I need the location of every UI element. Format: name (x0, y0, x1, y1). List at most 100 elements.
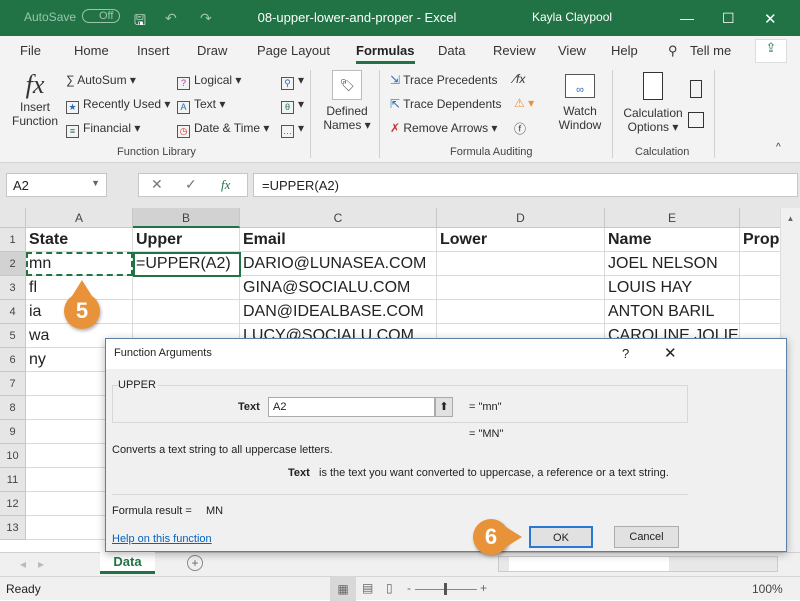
tab-page-layout[interactable]: Page Layout (257, 43, 330, 58)
row-header[interactable]: 9 (0, 420, 26, 444)
column-header[interactable] (740, 208, 780, 228)
zoom-level[interactable]: 100% (752, 582, 783, 596)
cell[interactable] (133, 276, 240, 300)
cell[interactable]: Prop (740, 228, 780, 252)
row-header[interactable]: 4 (0, 300, 26, 324)
tab-help[interactable]: Help (611, 43, 638, 58)
cancel-icon[interactable]: ✕ (151, 176, 163, 193)
tab-formulas[interactable]: Formulas (356, 43, 415, 64)
cell[interactable]: Upper (133, 228, 240, 252)
insert-function-button[interactable]: fx Insert Function (12, 70, 58, 128)
cell[interactable]: Name (605, 228, 740, 252)
zoom-in-icon[interactable]: + (480, 581, 487, 595)
row-header[interactable]: 8 (0, 396, 26, 420)
autosave-toggle[interactable]: Off (82, 9, 121, 23)
cell[interactable] (437, 276, 605, 300)
column-header[interactable]: E (605, 208, 740, 228)
zoom-slider[interactable] (415, 583, 477, 595)
collapse-dialog-icon[interactable]: ⬆ (435, 397, 453, 417)
help-on-function-link[interactable]: Help on this function (112, 533, 212, 545)
cell[interactable]: Email (240, 228, 437, 252)
collapse-ribbon-icon[interactable]: ^ (776, 142, 781, 153)
logical-button[interactable]: ? Logical ▾ (177, 73, 241, 90)
column-header[interactable]: D (437, 208, 605, 228)
tell-me[interactable]: Tell me (690, 43, 731, 58)
date-time-button[interactable]: ◷ Date & Time ▾ (177, 121, 269, 138)
autosum-button[interactable]: ∑ AutoSum ▾ (66, 73, 136, 87)
prev-sheet-icon[interactable]: ◂ (20, 557, 26, 571)
chevron-down-icon[interactable]: ▼ (91, 178, 100, 188)
active-cell-b2[interactable] (133, 252, 241, 277)
cell[interactable]: LOUIS HAY (605, 276, 740, 300)
math-trig-button[interactable]: θ ▾ (281, 97, 304, 114)
user-name[interactable]: Kayla Claypool (532, 10, 612, 24)
row-header[interactable]: 1 (0, 228, 26, 252)
recently-used-button[interactable]: ★ Recently Used ▾ (66, 97, 170, 114)
cell[interactable]: GINA@SOCIALU.COM (240, 276, 437, 300)
calculation-options-button[interactable]: Calculation Options ▾ (620, 72, 686, 134)
evaluate-formula-icon[interactable]: ⓕ (514, 120, 526, 137)
tab-insert[interactable]: Insert (137, 43, 170, 58)
cell[interactable]: JOEL NELSON (605, 252, 740, 276)
show-formulas-icon[interactable]: ⁄fx (514, 72, 525, 86)
search-icon[interactable]: ⚲ (668, 43, 678, 59)
insert-function-icon[interactable]: fx (221, 177, 230, 193)
row-header[interactable]: 2 (0, 252, 26, 276)
column-header[interactable]: A (26, 208, 133, 228)
defined-names-button[interactable]: 🏷 Defined Names ▾ (322, 70, 372, 132)
cell[interactable] (740, 252, 780, 276)
formula-input[interactable]: =UPPER(A2) (253, 173, 798, 197)
cell[interactable] (740, 300, 780, 324)
help-icon[interactable]: ? (622, 346, 629, 361)
cell[interactable]: Lower (437, 228, 605, 252)
cell[interactable]: State (26, 228, 133, 252)
cancel-button[interactable]: Cancel (614, 526, 679, 548)
close-icon[interactable]: ✕ (764, 10, 777, 28)
row-header[interactable]: 5 (0, 324, 26, 348)
calculate-now-icon[interactable] (690, 80, 702, 98)
text-argument-input[interactable]: A2 (268, 397, 435, 417)
tab-file[interactable]: File (20, 43, 41, 58)
page-break-view-icon[interactable]: ▯ (386, 581, 393, 595)
column-header[interactable]: B (133, 208, 240, 228)
remove-arrows-button[interactable]: ✗ Remove Arrows ▾ (390, 121, 497, 135)
ok-button[interactable]: OK (529, 526, 593, 548)
cell[interactable]: ANTON BARIL (605, 300, 740, 324)
row-header[interactable]: 13 (0, 516, 26, 540)
tab-review[interactable]: Review (493, 43, 536, 58)
normal-view-icon[interactable]: ▦ (330, 577, 356, 601)
minimize-icon[interactable]: — (680, 10, 694, 26)
sheet-tab-data[interactable]: Data (100, 552, 155, 574)
tab-data[interactable]: Data (438, 43, 465, 58)
name-box[interactable]: A2 ▼ (6, 173, 107, 197)
more-functions-button[interactable]: … ▾ (281, 121, 304, 138)
row-header[interactable]: 12 (0, 492, 26, 516)
watch-window-button[interactable]: ∞ Watch Window (557, 74, 603, 132)
row-header[interactable]: 6 (0, 348, 26, 372)
trace-dependents-button[interactable]: ⇱ Trace Dependents (390, 97, 501, 111)
cell[interactable] (437, 300, 605, 324)
financial-button[interactable]: ≡ Financial ▾ (66, 121, 140, 138)
tab-view[interactable]: View (558, 43, 586, 58)
calculate-sheet-icon[interactable] (688, 112, 704, 128)
text-button[interactable]: A Text ▾ (177, 97, 225, 114)
scroll-thumb[interactable] (509, 557, 669, 571)
page-layout-view-icon[interactable]: ▤ (362, 581, 373, 595)
horizontal-scrollbar[interactable] (498, 556, 778, 572)
save-icon[interactable]: 🖫 (134, 10, 146, 34)
error-checking-icon[interactable]: ⚠ ▾ (514, 96, 534, 110)
share-icon[interactable]: ⇪ (755, 39, 787, 63)
tab-home[interactable]: Home (74, 43, 109, 58)
zoom-slider-thumb[interactable] (444, 583, 447, 595)
cell[interactable] (133, 300, 240, 324)
column-header[interactable]: C (240, 208, 437, 228)
enter-icon[interactable]: ✓ (185, 176, 197, 193)
close-icon[interactable]: ✕ (664, 344, 677, 362)
cell[interactable]: DARIO@LUNASEA.COM (240, 252, 437, 276)
row-header[interactable]: 11 (0, 468, 26, 492)
maximize-icon[interactable]: ☐ (722, 10, 735, 27)
row-header[interactable]: 3 (0, 276, 26, 300)
select-all-corner[interactable] (0, 208, 26, 228)
trace-precedents-button[interactable]: ⇲ Trace Precedents (390, 73, 497, 87)
scroll-up-icon[interactable]: ▲ (781, 214, 800, 223)
